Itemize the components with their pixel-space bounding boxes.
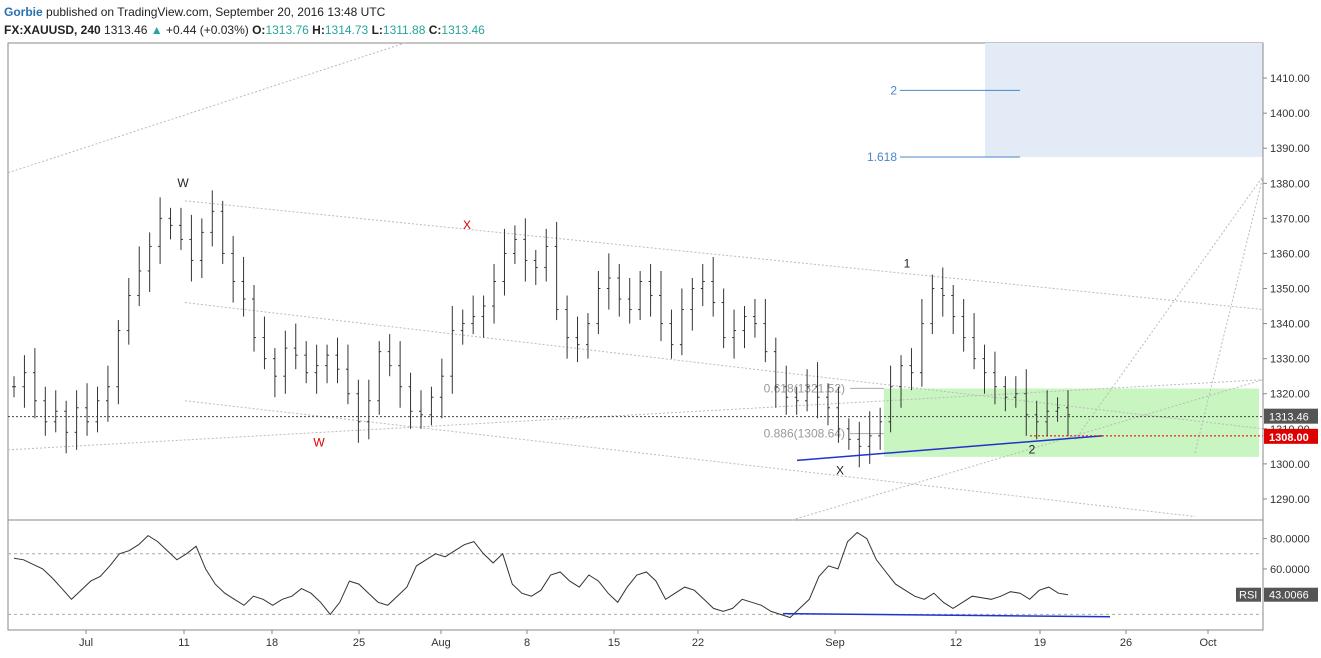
- rsi-name-tag-text: RSI: [1239, 590, 1257, 602]
- price-tick-label: 1380.00: [1270, 178, 1310, 190]
- time-tick-label: 18: [266, 637, 278, 649]
- price-tick-label: 1360.00: [1270, 248, 1310, 260]
- wave-label-1: X: [463, 218, 471, 232]
- retracement-zone-box: [884, 388, 1259, 457]
- price-tick-label: 1370.00: [1270, 213, 1310, 225]
- last-price-tag-text: 1313.46: [1269, 412, 1309, 424]
- wave-label-2: W: [313, 435, 325, 449]
- wave-label-0: W: [177, 176, 189, 190]
- price-tick-label: 1350.00: [1270, 284, 1310, 296]
- wave-label-4: X: [836, 463, 844, 477]
- rsi-tick-label: 80.0000: [1270, 534, 1310, 546]
- price-tick-label: 1320.00: [1270, 389, 1310, 401]
- wave-label-3: 1: [904, 256, 911, 270]
- time-tick-label: 25: [353, 637, 365, 649]
- price-tick-label: 1410.00: [1270, 73, 1310, 85]
- rsi-pane[interactable]: [7, 519, 1264, 631]
- price-tick-label: 1300.00: [1270, 459, 1310, 471]
- time-tick-label: 11: [178, 637, 189, 649]
- target-zone-box: [985, 43, 1263, 157]
- time-tick-label: 8: [524, 637, 530, 649]
- time-tick-label: 15: [608, 637, 620, 649]
- rsi-tick-label: 60.0000: [1270, 564, 1310, 576]
- fib-label-0: 2: [890, 83, 897, 97]
- time-tick-label: 22: [692, 637, 704, 649]
- price-tick-label: 1290.00: [1270, 494, 1310, 506]
- time-tick-label: 12: [950, 637, 962, 649]
- marker-price-tag-text: 1308.00: [1269, 432, 1309, 444]
- rsi-value-tag-text: 43.0066: [1269, 590, 1309, 602]
- time-tick-label: Aug: [431, 637, 451, 649]
- price-chart[interactable]: 21.6180.618(1321.52)0.886(1308.64)WXW1X2…: [0, 0, 1321, 658]
- price-tick-label: 1390.00: [1270, 143, 1310, 155]
- time-tick-label: Oct: [1199, 637, 1216, 649]
- time-tick-label: 19: [1034, 637, 1046, 649]
- price-tick-label: 1340.00: [1270, 319, 1310, 331]
- retracement-label-1: 0.886(1308.64): [764, 427, 845, 441]
- wave-label-5: 2: [1029, 442, 1036, 456]
- price-tick-label: 1330.00: [1270, 354, 1310, 366]
- time-tick-label: 26: [1120, 637, 1132, 649]
- price-tick-label: 1400.00: [1270, 108, 1310, 120]
- time-tick-label: Jul: [79, 637, 93, 649]
- time-tick-label: Sep: [825, 637, 845, 649]
- fib-label-1: 1.618: [867, 150, 897, 164]
